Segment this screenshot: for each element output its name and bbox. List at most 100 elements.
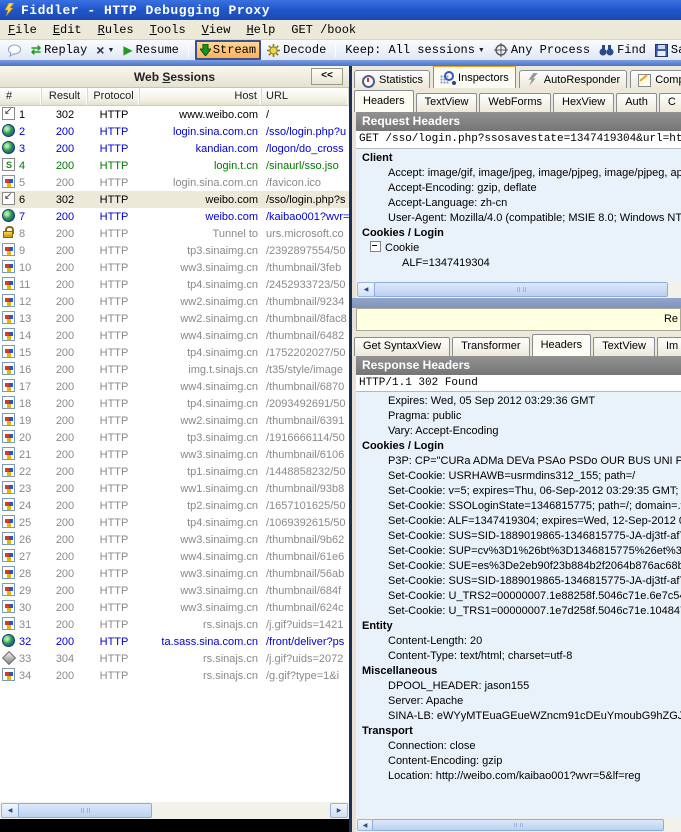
column-header-result[interactable]: Result: [42, 88, 88, 105]
column-header-url[interactable]: URL: [262, 88, 349, 105]
collapse-panel-button[interactable]: <<: [311, 68, 343, 85]
header-line[interactable]: Pragma: public: [356, 409, 681, 424]
response-status-line[interactable]: HTTP/1.1 302 Found: [356, 375, 681, 392]
menu-item[interactable]: Tools: [142, 21, 194, 39]
header-line[interactable]: Set-Cookie: U_TRS1=00000007.1e7d258f.504…: [356, 604, 681, 619]
table-row[interactable]: 29 200 HTTP ww3.sinaimg.cn /thumbnail/68…: [0, 582, 349, 599]
table-row[interactable]: 16 200 HTTP img.t.sinajs.cn /t35/style/i…: [0, 361, 349, 378]
table-row[interactable]: 11 200 HTTP tp4.sinaimg.cn /2452933723/5…: [0, 276, 349, 293]
collapse-toggle-icon[interactable]: [370, 241, 381, 252]
table-row[interactable]: 6 302 HTTP weibo.com /sso/login.php?s: [0, 191, 349, 208]
table-row[interactable]: 8 200 HTTP Tunnel to urs.microsoft.co: [0, 225, 349, 242]
table-row[interactable]: 25 200 HTTP tp4.sinaimg.cn /1069392615/5…: [0, 514, 349, 531]
header-line[interactable]: Entity: [356, 619, 681, 634]
header-line[interactable]: Expires: Wed, 05 Sep 2012 03:29:36 GMT: [356, 394, 681, 409]
comment-bubble-icon[interactable]: [4, 43, 25, 58]
header-line[interactable]: DPOOL_HEADER: jason155: [356, 679, 681, 694]
header-line[interactable]: Accept: image/gif, image/jpeg, image/pjp…: [356, 166, 681, 181]
response-inspector-tab[interactable]: TextView: [593, 337, 655, 356]
header-line[interactable]: Accept-Language: zh-cn: [356, 196, 681, 211]
header-line[interactable]: Cookies / Login: [356, 226, 681, 241]
main-tab[interactable]: Statistics: [354, 70, 430, 88]
header-line[interactable]: Set-Cookie: SUP=cv%3D1%26bt%3D1346815775…: [356, 544, 681, 559]
table-row[interactable]: 2 200 HTTP login.sina.com.cn /sso/login.…: [0, 123, 349, 140]
table-row[interactable]: 30 200 HTTP ww3.sinaimg.cn /thumbnail/62…: [0, 599, 349, 616]
header-line[interactable]: Set-Cookie: ALF=1347419304; expires=Wed,…: [356, 514, 681, 529]
header-line[interactable]: Transport: [356, 724, 681, 739]
replay-button[interactable]: ⇄ Replay: [28, 42, 90, 58]
header-line[interactable]: Set-Cookie: USRHAWB=usrmdins312_155; pat…: [356, 469, 681, 484]
header-line[interactable]: Miscellaneous: [356, 664, 681, 679]
header-line[interactable]: Set-Cookie: SUE=es%3De2eb90f23b884b2f206…: [356, 559, 681, 574]
response-inspector-tab[interactable]: Im: [657, 337, 681, 356]
request-inspector-tab[interactable]: C: [659, 93, 681, 112]
scroll-left-arrow[interactable]: ◀: [357, 819, 373, 831]
request-horizontal-scrollbar[interactable]: ◀: [356, 281, 681, 298]
scrollbar-thumb[interactable]: [374, 282, 668, 297]
header-line[interactable]: User-Agent: Mozilla/4.0 (compatible; MSI…: [356, 211, 681, 226]
table-row[interactable]: 9 200 HTTP tp3.sinaimg.cn /2392897554/50: [0, 242, 349, 259]
column-header-number[interactable]: #: [0, 88, 42, 105]
table-row[interactable]: 33 304 HTTP rs.sinajs.cn /j.gif?uids=207…: [0, 650, 349, 667]
table-row[interactable]: 32 200 HTTP ta.sass.sina.com.cn /front/d…: [0, 633, 349, 650]
table-row[interactable]: 4 200 HTTP login.t.cn /sinaurl/sso.jso: [0, 157, 349, 174]
header-line[interactable]: Location: http://weibo.com/kaibao001?wvr…: [356, 769, 681, 784]
table-row[interactable]: 15 200 HTTP tp4.sinaimg.cn /1752202027/5…: [0, 344, 349, 361]
header-line[interactable]: Content-Length: 20: [356, 634, 681, 649]
request-inspector-tab[interactable]: Headers: [354, 90, 414, 112]
keep-sessions-dropdown[interactable]: Keep: All sessions ▼: [342, 42, 488, 58]
header-line[interactable]: Set-Cookie: SUS=SID-1889019865-134681577…: [356, 529, 681, 544]
column-header-protocol[interactable]: Protocol: [88, 88, 140, 105]
table-row[interactable]: 1 302 HTTP www.weibo.com /: [0, 106, 349, 123]
table-row[interactable]: 28 200 HTTP ww3.sinaimg.cn /thumbnail/56…: [0, 565, 349, 582]
header-line[interactable]: Server: Apache: [356, 694, 681, 709]
main-tab[interactable]: Comp: [630, 70, 681, 88]
any-process-button[interactable]: Any Process: [491, 42, 593, 58]
menu-item[interactable]: File: [0, 21, 45, 39]
request-inspector-tab[interactable]: HexView: [553, 93, 614, 112]
menu-item[interactable]: Edit: [45, 21, 90, 39]
response-inspector-tab[interactable]: Transformer: [452, 337, 530, 356]
header-line[interactable]: Vary: Accept-Encoding: [356, 424, 681, 439]
sessions-horizontal-scrollbar[interactable]: ◀ ▶: [0, 802, 349, 819]
response-encoded-notice[interactable]: Re: [356, 308, 681, 331]
request-inspector-tab[interactable]: WebForms: [479, 93, 551, 112]
column-header-host[interactable]: Host: [140, 88, 262, 105]
menu-item[interactable]: Rules: [90, 21, 142, 39]
table-row[interactable]: 23 200 HTTP ww1.sinaimg.cn /thumbnail/93…: [0, 480, 349, 497]
header-line[interactable]: Connection: close: [356, 739, 681, 754]
table-row[interactable]: 27 200 HTTP ww4.sinaimg.cn /thumbnail/61…: [0, 548, 349, 565]
scrollbar-thumb[interactable]: [18, 803, 152, 818]
menu-item[interactable]: GET /book: [283, 21, 364, 39]
stream-toggle-button[interactable]: Stream: [195, 40, 261, 60]
table-row[interactable]: 20 200 HTTP tp3.sinaimg.cn /1916666114/5…: [0, 429, 349, 446]
table-row[interactable]: 24 200 HTTP tp2.sinaimg.cn /1657101625/5…: [0, 497, 349, 514]
table-row[interactable]: 7 200 HTTP weibo.com /kaibao001?wvr=: [0, 208, 349, 225]
header-line[interactable]: Set-Cookie: SUS=SID-1889019865-134681577…: [356, 574, 681, 589]
request-inspector-tab[interactable]: TextView: [416, 93, 478, 112]
header-line[interactable]: SINA-LB: eWYyMTEuaGEueWZncm91cDEuYmoubG9…: [356, 709, 681, 724]
table-row[interactable]: 3 200 HTTP kandian.com /logon/do_cross: [0, 140, 349, 157]
request-response-splitter[interactable]: [352, 298, 681, 308]
table-row[interactable]: 19 200 HTTP ww2.sinaimg.cn /thumbnail/63…: [0, 412, 349, 429]
request-inspector-tab[interactable]: Auth: [616, 93, 657, 112]
table-row[interactable]: 26 200 HTTP ww3.sinaimg.cn /thumbnail/9b…: [0, 531, 349, 548]
table-row[interactable]: 21 200 HTTP ww3.sinaimg.cn /thumbnail/61…: [0, 446, 349, 463]
header-line[interactable]: Content-Type: text/html; charset=utf-8: [356, 649, 681, 664]
main-tab[interactable]: AutoResponder: [519, 70, 627, 88]
header-line[interactable]: Set-Cookie: U_TRS2=00000007.1e88258f.504…: [356, 589, 681, 604]
header-line[interactable]: Cookie: [356, 241, 681, 256]
response-horizontal-scrollbar[interactable]: ◀: [356, 818, 681, 832]
menu-item[interactable]: Help: [238, 21, 283, 39]
scroll-left-arrow[interactable]: ◀: [1, 803, 19, 818]
scrollbar-thumb[interactable]: [372, 819, 664, 831]
header-line[interactable]: Set-Cookie: v=5; expires=Thu, 06-Sep-201…: [356, 484, 681, 499]
header-line[interactable]: Accept-Encoding: gzip, deflate: [356, 181, 681, 196]
table-row[interactable]: 22 200 HTTP tp1.sinaimg.cn /1448858232/5…: [0, 463, 349, 480]
table-row[interactable]: 31 200 HTTP rs.sinajs.cn /j.gif?uids=142…: [0, 616, 349, 633]
remove-sessions-button[interactable]: × ▼: [93, 43, 117, 57]
scroll-right-arrow[interactable]: ▶: [330, 803, 348, 818]
save-button[interactable]: Save: [652, 42, 681, 58]
request-line[interactable]: GET /sso/login.php?ssosavestate=13474193…: [356, 131, 681, 149]
resume-button[interactable]: ▶ Resume: [120, 42, 181, 58]
